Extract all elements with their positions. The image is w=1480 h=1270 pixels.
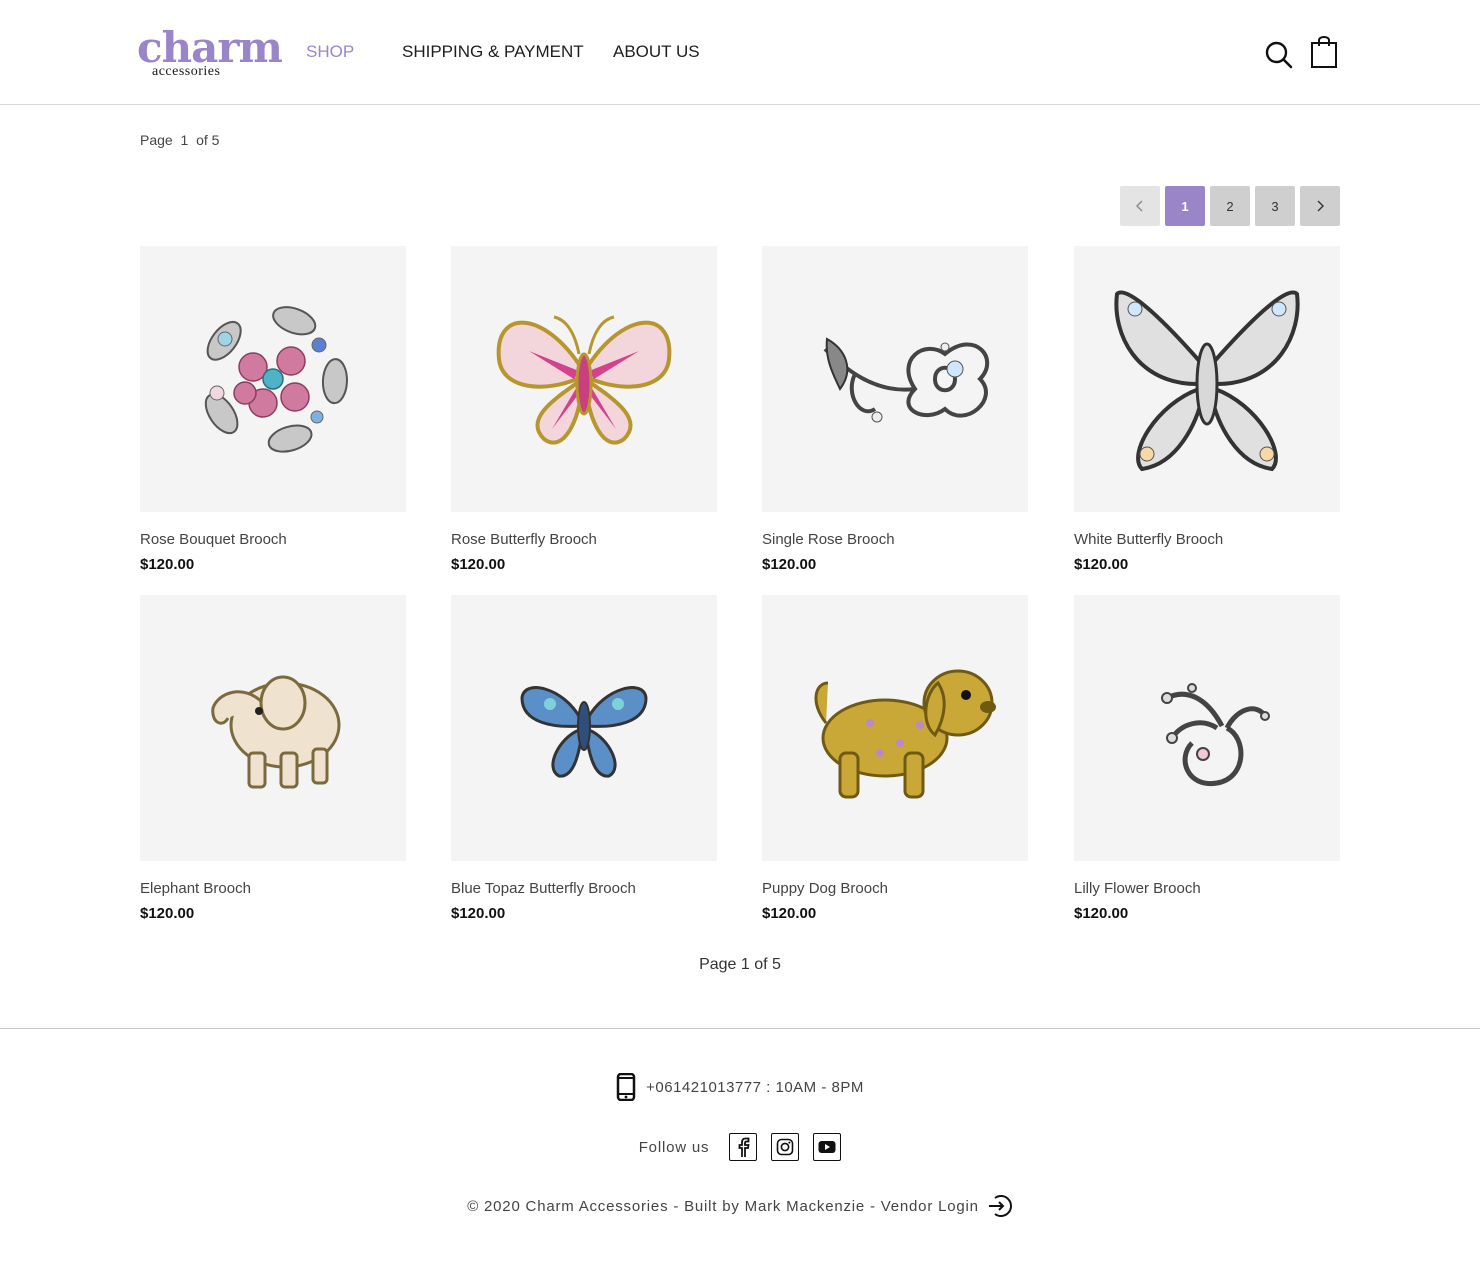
page-indicator-bottom: Page 1 of 5 (699, 956, 781, 973)
copyright-line: © 2020 Charm Accessories - Built by Mark… (0, 1193, 1480, 1219)
site-header: charm accessories SHOP SHIPPING & PAYMEN… (0, 0, 1480, 105)
facebook-icon[interactable] (729, 1133, 758, 1161)
product-card[interactable]: Puppy Dog Brooch $120.00 (762, 595, 1028, 923)
search-icon[interactable] (1264, 40, 1294, 75)
product-name[interactable]: Lilly Flower Brooch (1074, 880, 1340, 898)
copyright-text: © 2020 Charm Accessories - Built by Mark… (467, 1197, 979, 1215)
product-price: $120.00 (451, 556, 506, 573)
product-card[interactable]: Rose Bouquet Brooch $120.00 (140, 246, 406, 574)
logo-tagline: accessories (152, 64, 221, 79)
product-card[interactable]: Elephant Brooch $120.00 (140, 595, 406, 923)
product-image[interactable] (140, 595, 406, 861)
page-of: of 5 (196, 132, 220, 148)
product-card[interactable]: Rose Butterfly Brooch $120.00 (451, 246, 717, 574)
product-name[interactable]: Blue Topaz Butterfly Brooch (451, 880, 717, 898)
nav-shop[interactable]: SHOP (306, 42, 354, 62)
product-name[interactable]: Rose Bouquet Brooch (140, 531, 406, 549)
product-image[interactable] (451, 595, 717, 861)
chevron-left-icon (1136, 200, 1143, 212)
product-image[interactable] (762, 595, 1028, 861)
product-name[interactable]: Elephant Brooch (140, 880, 406, 898)
product-image[interactable] (1074, 246, 1340, 512)
brand-logo[interactable]: charm accessories (137, 26, 283, 82)
product-card[interactable]: Lilly Flower Brooch $120.00 (1074, 595, 1340, 923)
product-card[interactable]: Single Rose Brooch $120.00 (762, 246, 1028, 574)
nav-shipping-payment[interactable]: SHIPPING & PAYMENT (402, 42, 584, 62)
instagram-icon[interactable] (771, 1133, 800, 1161)
product-price: $120.00 (451, 905, 506, 922)
page-indicator: Page 1 of 5 (140, 132, 219, 148)
nav-about-us[interactable]: ABOUT US (613, 42, 700, 62)
product-name[interactable]: Rose Butterfly Brooch (451, 531, 717, 549)
product-price: $120.00 (140, 905, 195, 922)
site-footer: +061421013777 : 10AM - 8PM Follow us © 2… (0, 1028, 1480, 1270)
contact-line: +061421013777 : 10AM - 8PM (0, 1073, 1480, 1101)
product-image[interactable] (451, 246, 717, 512)
page-current: 1 (180, 132, 189, 148)
product-name[interactable]: Single Rose Brooch (762, 531, 1028, 549)
product-name[interactable]: White Butterfly Brooch (1074, 531, 1340, 549)
login-icon[interactable] (987, 1193, 1013, 1219)
chevron-right-icon (1317, 200, 1324, 212)
shopping-bag-icon[interactable] (1310, 36, 1338, 74)
pagination-prev-button[interactable] (1120, 186, 1160, 226)
product-name[interactable]: Puppy Dog Brooch (762, 880, 1028, 898)
pagination-page-3[interactable]: 3 (1255, 186, 1295, 226)
product-image[interactable] (762, 246, 1028, 512)
follow-us: Follow us (0, 1133, 1480, 1161)
product-price: $120.00 (1074, 556, 1129, 573)
page-word: Page (140, 132, 173, 148)
phone-icon (616, 1073, 636, 1101)
product-price: $120.00 (762, 556, 817, 573)
product-price: $120.00 (762, 905, 817, 922)
product-price: $120.00 (1074, 905, 1129, 922)
pagination: 1 2 3 (1120, 186, 1340, 226)
product-card[interactable]: Blue Topaz Butterfly Brooch $120.00 (451, 595, 717, 923)
follow-label: Follow us (638, 1138, 710, 1156)
product-card[interactable]: White Butterfly Brooch $120.00 (1074, 246, 1340, 574)
pagination-page-2[interactable]: 2 (1210, 186, 1250, 226)
product-image[interactable] (1074, 595, 1340, 861)
contact-phone: +061421013777 : 10AM - 8PM (646, 1078, 864, 1096)
product-image[interactable] (140, 246, 406, 512)
product-price: $120.00 (140, 556, 195, 573)
pagination-next-button[interactable] (1300, 186, 1340, 226)
pagination-page-1[interactable]: 1 (1165, 186, 1205, 226)
youtube-icon[interactable] (813, 1133, 842, 1161)
